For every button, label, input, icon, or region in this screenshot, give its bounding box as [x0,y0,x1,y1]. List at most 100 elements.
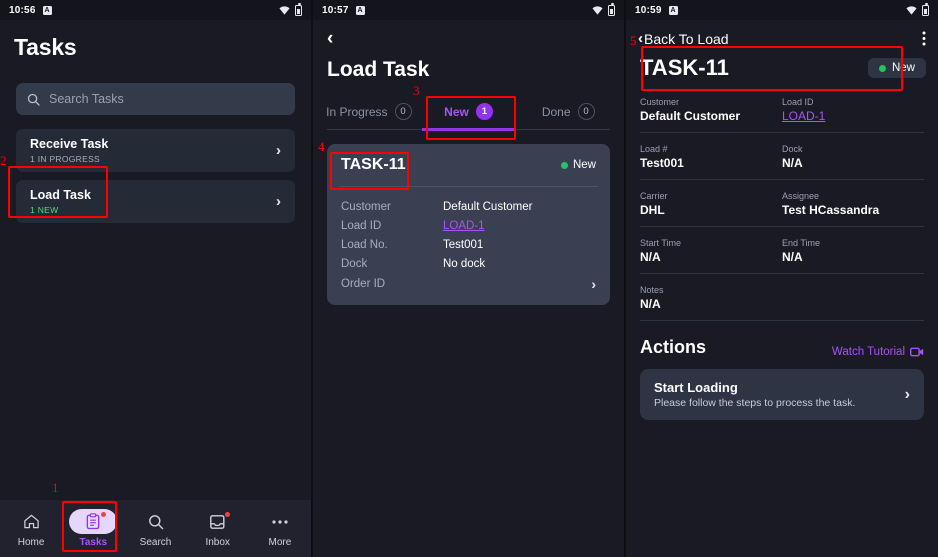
field-dock: Dock N/A [782,144,924,170]
list-item-load-task[interactable]: Load Task 1 NEW › [16,180,295,223]
list-item-receive-task[interactable]: Receive Task 1 IN PROGRESS › [16,129,295,172]
clipboard-icon [86,513,100,530]
task-card-body: Customer Default Customer Load ID LOAD-1… [327,187,610,305]
chevron-right-icon: › [904,385,910,403]
tab-count: 0 [577,103,595,120]
divider [640,179,924,180]
status-dot-icon [878,64,886,72]
panel-load-task: 10:57 A ‹ Load Task In Progress 0 New 1 … [313,0,626,557]
status-time: 10:57 [322,4,349,16]
notification-badge [224,512,230,517]
nav-label: Tasks [79,537,108,548]
field-key: Carrier [640,191,668,201]
nav-item-search[interactable]: Search [124,509,186,548]
back-label: Back To Load [644,30,729,47]
ellipsis-icon [272,519,288,524]
chevron-right-icon: › [276,193,281,210]
page-title: Load Task [327,58,430,81]
annotation-number-3: 3 [413,83,420,98]
home-icon [23,514,39,529]
detail-value-link[interactable]: LOAD-1 [443,220,485,232]
nav-item-inbox[interactable]: Inbox [187,509,249,548]
detail-toolbar: ‹ Back To Load [626,20,938,47]
tab-label: New [444,104,469,119]
task-id-title: TASK-11 [640,55,729,80]
action-title: Start Loading [654,380,738,395]
nav-item-tasks[interactable]: Tasks [62,509,124,548]
action-start-loading[interactable]: Start Loading Please follow the steps to… [640,369,924,420]
detail-row-load-id: Load ID LOAD-1 [341,216,596,235]
field-value: N/A [782,250,803,264]
field-key: Load ID [782,97,814,107]
status-app-icon: A [42,5,52,15]
annotation-number-5: 5 [630,33,637,48]
nav-item-more[interactable]: More [249,509,311,548]
tab-done[interactable]: Done 0 [518,96,618,129]
battery-icon [295,3,302,16]
bottom-navigation: Home Tasks Search Inbox More [0,500,311,557]
wifi-icon [279,5,290,15]
tab-count: 0 [394,103,412,120]
field-row: Notes N/A [640,283,924,320]
status-dot-icon [560,161,568,169]
search-placeholder: Search Tasks [49,92,124,106]
task-name: Load Task [30,187,91,202]
detail-key: Order ID [341,277,386,290]
field-load-id: Load ID LOAD-1 [782,97,924,123]
nav-pill [7,509,55,534]
field-key: End Time [782,238,821,248]
status-app-icon: A [355,5,365,15]
watch-tutorial-label: Watch Tutorial [831,346,905,358]
kebab-menu-icon[interactable] [922,31,926,46]
annotation-number-1: 1 [52,480,59,495]
field-key: Load # [640,144,668,154]
field-start-time: Start Time N/A [640,238,782,264]
field-customer: Customer Default Customer [640,97,782,123]
status-time: 10:59 [635,4,662,16]
status-indicators [906,3,929,16]
status-indicators [279,3,302,16]
detail-key: Dock [341,257,368,270]
field-value-link[interactable]: LOAD-1 [782,109,924,123]
nav-label: Search [139,537,172,548]
detail-row-order-id[interactable]: Order ID › [341,273,596,294]
status-tabs: In Progress 0 New 1 Done 0 [313,96,624,129]
field-load-number: Load # Test001 [640,144,782,170]
field-value: Default Customer [640,109,741,123]
task-id: TASK-11 [341,156,406,173]
status-text: New [572,159,596,171]
back-chevron-icon[interactable]: ‹ [327,29,343,48]
nav-label: Home [17,537,45,548]
field-key: Dock [782,144,803,154]
notification-badge [101,512,107,517]
nav-item-home[interactable]: Home [0,509,62,548]
field-key: Start Time [640,238,682,248]
nav-pill [132,509,180,534]
field-value: N/A [782,156,803,170]
watch-tutorial-button[interactable]: Watch Tutorial [832,346,924,358]
action-subtitle: Please follow the steps to process the t… [654,397,856,409]
tab-label: In Progress [326,104,388,119]
status-bar: 10:57 A [313,0,624,20]
panel-tasks-list: 10:56 A Tasks Search Tasks Receive Task … [0,0,313,557]
action-text: Start Loading Please follow the steps to… [654,380,855,409]
field-row: Start Time N/A End Time N/A [640,236,924,273]
detail-row-customer: Customer Default Customer [341,197,596,216]
back-to-load-button[interactable]: ‹ Back To Load [638,30,729,47]
field-value: Test HCassandra [782,203,880,217]
field-row: Carrier DHL Assignee Test HCassandra [640,189,924,226]
tab-new[interactable]: New 1 [419,96,519,129]
video-camera-icon [910,347,924,357]
tab-in-progress[interactable]: In Progress 0 [319,96,419,129]
field-value: N/A [640,250,661,264]
status-bar: 10:56 A [0,0,311,20]
annotation-number-2: 2 [0,153,7,168]
task-card[interactable]: TASK-11 New Customer Default Customer Lo… [327,144,610,305]
screenshot-root: 10:56 A Tasks Search Tasks Receive Task … [0,0,938,557]
search-input[interactable]: Search Tasks [16,83,295,115]
divider [640,273,924,274]
task-name: Receive Task [30,136,109,151]
detail-value: Default Customer [443,200,533,213]
task-status: 1 IN PROGRESS [30,154,101,165]
detail-fields: Customer Default Customer Load ID LOAD-1… [640,95,924,321]
